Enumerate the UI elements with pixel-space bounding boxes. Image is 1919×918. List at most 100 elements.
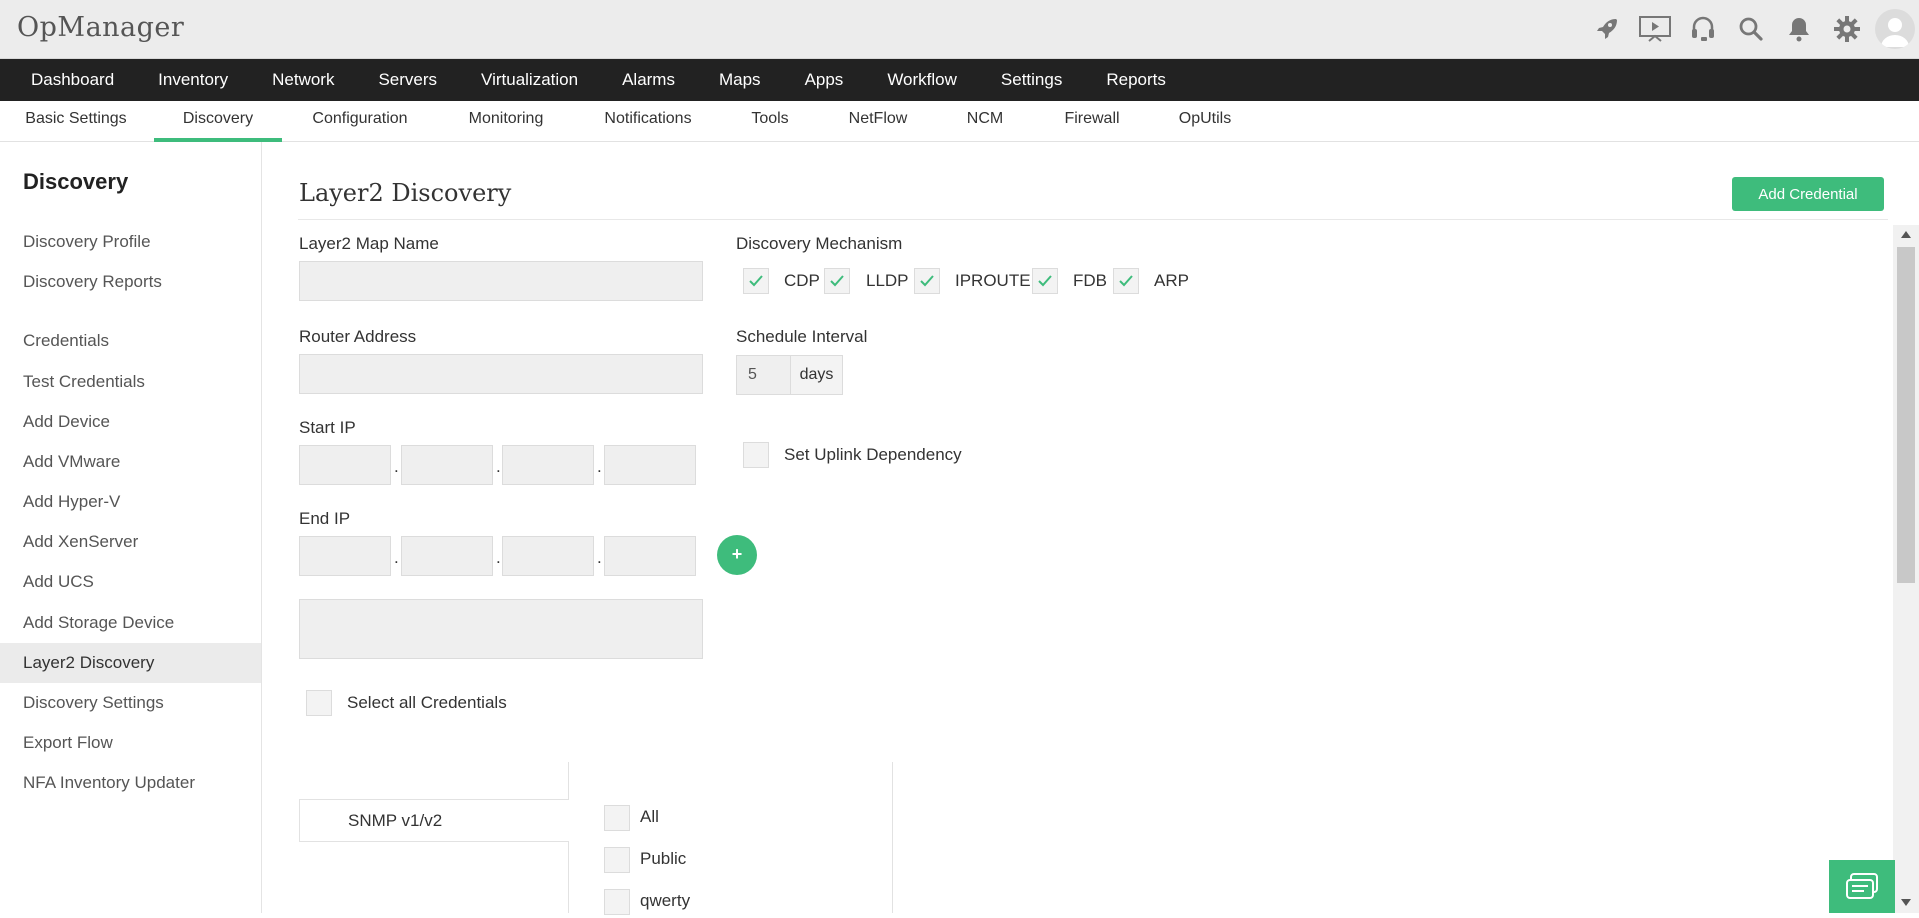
mechanism-cdp-label: CDP	[784, 271, 820, 290]
sidebar-item-nfa-inventory-updater[interactable]: NFA Inventory Updater	[0, 763, 261, 803]
start-ip-label: Start IP	[299, 418, 356, 437]
ip-range-list[interactable]	[299, 599, 703, 659]
sidebar-item-add-hyper-v[interactable]: Add Hyper-V	[0, 482, 261, 522]
divider	[568, 762, 569, 799]
sidebar-item-add-device[interactable]: Add Device	[0, 402, 261, 442]
rocket-icon[interactable]	[1583, 9, 1631, 49]
top-bar: OpManager	[0, 0, 1919, 59]
ip-separator: .	[394, 457, 399, 476]
tab-tools[interactable]: Tools	[747, 101, 793, 142]
nav-settings[interactable]: Settings	[1001, 70, 1062, 90]
credential-public-checkbox[interactable]	[604, 847, 630, 873]
uplink-dependency-checkbox[interactable]	[743, 442, 769, 468]
end-ip-octet-4[interactable]	[604, 536, 696, 576]
ip-separator: .	[597, 548, 602, 567]
check-icon	[920, 275, 934, 287]
tab-configuration[interactable]: Configuration	[305, 101, 415, 142]
mechanism-arp-label: ARP	[1154, 271, 1189, 290]
credential-public-label: Public	[640, 849, 687, 868]
mechanism-fdb-label: FDB	[1073, 271, 1107, 290]
sidebar-item-add-vmware[interactable]: Add VMware	[0, 442, 261, 482]
nav-workflow[interactable]: Workflow	[887, 70, 957, 90]
credential-type-tab[interactable]: SNMP v1/v2	[299, 799, 569, 842]
main-content: Layer2 Discovery Add Credential Layer2 M…	[263, 142, 1919, 915]
credential-qwerty-checkbox[interactable]	[604, 889, 630, 915]
tab-discovery[interactable]: Discovery	[154, 101, 282, 142]
presentation-icon[interactable]	[1631, 9, 1679, 49]
nav-servers[interactable]: Servers	[378, 70, 437, 90]
start-ip-octet-4[interactable]	[604, 445, 696, 485]
discovery-mechanism-label: Discovery Mechanism	[736, 234, 903, 253]
mechanism-arp-checkbox[interactable]	[1113, 268, 1139, 294]
check-icon	[749, 275, 763, 287]
nav-network[interactable]: Network	[272, 70, 334, 90]
ip-separator: .	[597, 457, 602, 476]
sidebar-item-add-ucs[interactable]: Add UCS	[0, 562, 261, 602]
map-name-input[interactable]	[299, 261, 703, 301]
scroll-down-arrow-icon[interactable]	[1901, 899, 1911, 906]
tab-notifications[interactable]: Notifications	[598, 101, 698, 142]
add-ip-range-button[interactable]: +	[717, 535, 757, 575]
nav-reports[interactable]: Reports	[1106, 70, 1166, 90]
router-address-label: Router Address	[299, 327, 417, 346]
scrollbar-thumb[interactable]	[1897, 247, 1915, 583]
sidebar-item-discovery-reports[interactable]: Discovery Reports	[0, 262, 261, 302]
credential-type-label: SNMP v1/v2	[348, 811, 443, 830]
end-ip-octet-1[interactable]	[299, 536, 391, 576]
tab-oputils[interactable]: OpUtils	[1175, 101, 1235, 142]
app-logo[interactable]: OpManager	[17, 12, 184, 43]
check-icon	[1119, 275, 1133, 287]
gear-icon[interactable]	[1823, 9, 1871, 49]
ip-separator: .	[394, 548, 399, 567]
tab-netflow[interactable]: NetFlow	[844, 101, 912, 142]
sidebar-item-layer2-discovery[interactable]: Layer2 Discovery	[0, 643, 261, 683]
user-avatar[interactable]	[1875, 9, 1915, 49]
main-scrollbar[interactable]	[1893, 225, 1919, 913]
sidebar-item-credentials[interactable]: Credentials	[0, 321, 261, 361]
bell-icon[interactable]	[1775, 9, 1823, 49]
title-divider	[298, 219, 1888, 220]
ip-separator: .	[496, 457, 501, 476]
nav-alarms[interactable]: Alarms	[622, 70, 675, 90]
nav-virtualization[interactable]: Virtualization	[481, 70, 578, 90]
start-ip-octet-3[interactable]	[502, 445, 594, 485]
sidebar-item-add-storage-device[interactable]: Add Storage Device	[0, 603, 261, 643]
start-ip-octet-2[interactable]	[401, 445, 493, 485]
sidebar-item-discovery-profile[interactable]: Discovery Profile	[0, 222, 261, 262]
schedule-interval-input[interactable]: 5	[736, 355, 791, 395]
end-ip-octet-3[interactable]	[502, 536, 594, 576]
credential-all-checkbox[interactable]	[604, 805, 630, 831]
sidebar: Discovery Discovery Profile Discovery Re…	[0, 142, 262, 913]
page-title: Layer2 Discovery	[299, 179, 512, 207]
nav-dashboard[interactable]: Dashboard	[31, 70, 114, 90]
tab-basic-settings[interactable]: Basic Settings	[21, 101, 131, 142]
end-ip-octet-2[interactable]	[401, 536, 493, 576]
divider	[892, 762, 893, 913]
chat-button[interactable]	[1829, 860, 1895, 913]
mechanism-fdb-checkbox[interactable]	[1032, 268, 1058, 294]
mechanism-lldp-checkbox[interactable]	[824, 268, 850, 294]
nav-apps[interactable]: Apps	[805, 70, 844, 90]
sidebar-item-test-credentials[interactable]: Test Credentials	[0, 362, 261, 402]
router-address-input[interactable]	[299, 354, 703, 394]
sub-nav: Basic Settings Discovery Configuration M…	[0, 101, 1919, 142]
mechanism-lldp-label: LLDP	[866, 271, 909, 290]
tab-firewall[interactable]: Firewall	[1058, 101, 1126, 142]
scroll-up-arrow-icon[interactable]	[1901, 231, 1911, 238]
sidebar-item-export-flow[interactable]: Export Flow	[0, 723, 261, 763]
start-ip-octet-1[interactable]	[299, 445, 391, 485]
sidebar-item-discovery-settings[interactable]: Discovery Settings	[0, 683, 261, 723]
select-all-credentials-checkbox[interactable]	[306, 690, 332, 716]
tab-ncm[interactable]: NCM	[962, 101, 1008, 142]
tab-monitoring[interactable]: Monitoring	[461, 101, 551, 142]
mechanism-iproute-checkbox[interactable]	[914, 268, 940, 294]
top-icons	[1583, 9, 1919, 49]
sidebar-item-add-xenserver[interactable]: Add XenServer	[0, 522, 261, 562]
nav-maps[interactable]: Maps	[719, 70, 761, 90]
headset-icon[interactable]	[1679, 9, 1727, 49]
mechanism-cdp-checkbox[interactable]	[743, 268, 769, 294]
nav-inventory[interactable]: Inventory	[158, 70, 228, 90]
check-icon	[830, 275, 844, 287]
add-credential-button[interactable]: Add Credential	[1732, 177, 1884, 211]
search-icon[interactable]	[1727, 9, 1775, 49]
